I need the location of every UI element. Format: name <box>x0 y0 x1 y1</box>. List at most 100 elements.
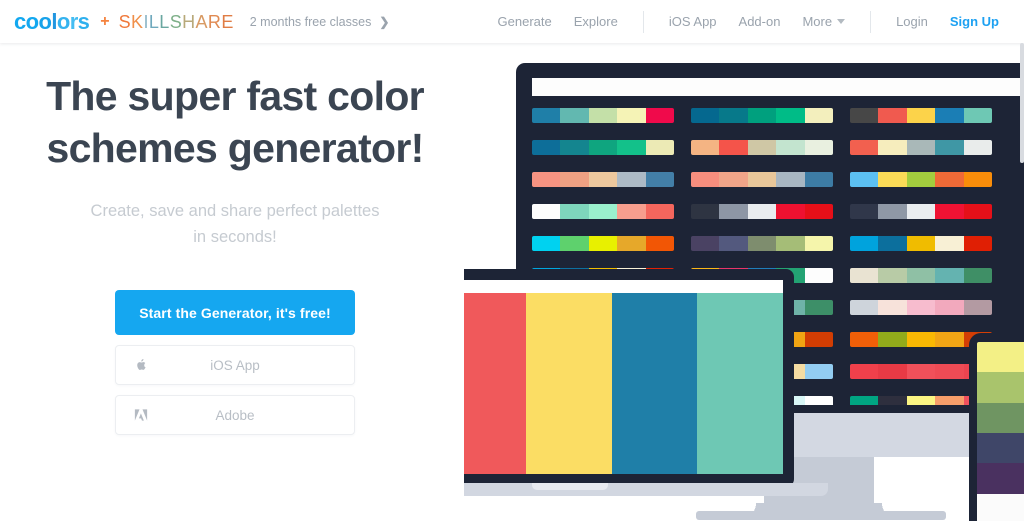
skillshare-logo-letter-0: S <box>118 11 132 32</box>
apple-icon <box>134 358 147 373</box>
palette-swatch-row[interactable] <box>850 268 992 283</box>
palette-color <box>532 204 561 219</box>
skillshare-logo-letter-5: S <box>169 11 183 32</box>
laptop-palette-color <box>464 293 527 474</box>
palette-color <box>804 204 833 219</box>
nav-divider-2 <box>870 10 872 33</box>
coolors-logo-letter-6: s <box>77 8 90 34</box>
palette-color <box>747 172 777 187</box>
monitor-stand-foot <box>696 511 946 520</box>
palette-color <box>850 140 879 155</box>
signup-link[interactable]: Sign Up <box>950 14 999 29</box>
palette-swatch-row[interactable] <box>532 108 674 123</box>
palette-color <box>804 172 833 187</box>
promo-link[interactable]: 2 months free classes ❯ <box>250 15 390 29</box>
monitor-toolbar <box>532 78 1024 96</box>
laptop-palette-color <box>697 293 783 474</box>
palette-swatch-row[interactable] <box>850 108 992 123</box>
palette-color <box>719 172 748 187</box>
phone-palette-color <box>977 402 1024 433</box>
palette-color <box>588 204 618 219</box>
palette-swatch-row[interactable] <box>850 300 992 315</box>
phone-palette-color <box>977 372 1024 403</box>
skillshare-logo-letter-3: L <box>148 11 160 32</box>
palette-color <box>532 236 561 251</box>
login-link[interactable]: Login <box>896 14 928 29</box>
palette-color <box>850 364 879 379</box>
palette-color <box>878 396 907 405</box>
palette-color <box>906 396 936 405</box>
page-scrollbar[interactable] <box>1020 43 1024 163</box>
laptop-device <box>464 269 794 487</box>
laptop-screen <box>464 280 783 474</box>
palette-swatch-row[interactable] <box>691 140 833 155</box>
palette-color <box>747 236 777 251</box>
palette-swatch-row[interactable] <box>532 140 674 155</box>
nav-link-more[interactable]: More <box>802 14 846 29</box>
palette-swatch-row[interactable] <box>850 140 992 155</box>
nav-link-explore[interactable]: Explore <box>574 14 618 29</box>
nav-link-ios-app[interactable]: iOS App <box>669 14 717 29</box>
nav-link-generate[interactable]: Generate <box>498 14 552 29</box>
palette-color <box>878 204 907 219</box>
palette-color <box>776 236 805 251</box>
coolors-logo[interactable]: coolors <box>14 8 90 34</box>
palette-color <box>850 108 879 123</box>
palette-color <box>617 108 646 123</box>
palette-swatch-row[interactable] <box>691 108 833 123</box>
coolors-logo-letter-5: r <box>69 8 79 34</box>
adobe-button[interactable]: Adobe <box>115 395 355 436</box>
palette-swatch-row[interactable] <box>691 172 833 187</box>
page-title: The super fast color schemes generator! <box>46 73 425 171</box>
nav-group-primary: Generate Explore <box>487 11 629 33</box>
coolors-logo-letter-1: o <box>25 8 39 34</box>
palette-color <box>850 268 879 283</box>
palette-color <box>906 332 936 347</box>
palette-color <box>906 204 936 219</box>
palette-color <box>560 108 589 123</box>
palette-color <box>935 172 964 187</box>
palette-color <box>850 332 879 347</box>
chevron-right-icon: ❯ <box>379 14 390 29</box>
palette-color <box>691 108 720 123</box>
nav-links-group: Generate Explore iOS App Add-on More Log… <box>487 0 1024 43</box>
palette-color <box>906 300 936 315</box>
palette-color <box>935 140 964 155</box>
nav-link-add-on[interactable]: Add-on <box>739 14 781 29</box>
laptop-palette-color <box>526 293 612 474</box>
palette-color <box>719 236 748 251</box>
palette-color <box>776 108 805 123</box>
palette-swatch-row[interactable] <box>532 204 674 219</box>
palette-color <box>691 140 720 155</box>
palette-color <box>532 140 561 155</box>
palette-color <box>719 204 748 219</box>
skillshare-logo[interactable]: SKILLSHARE <box>119 13 234 31</box>
laptop-palette <box>464 293 783 474</box>
hero-section: The super fast color schemes generator! … <box>0 43 470 436</box>
palette-swatch-row[interactable] <box>850 172 992 187</box>
palette-color <box>776 204 805 219</box>
palette-color <box>850 204 879 219</box>
palette-swatch-row[interactable] <box>691 236 833 251</box>
devices-illustration <box>464 43 1024 521</box>
palette-swatch-row[interactable] <box>850 204 992 219</box>
palette-swatch-row[interactable] <box>532 172 674 187</box>
palette-color <box>645 172 674 187</box>
palette-color <box>935 108 964 123</box>
palette-swatch-row[interactable] <box>850 236 992 251</box>
start-generator-button[interactable]: Start the Generator, it's free! <box>115 290 355 336</box>
palette-color <box>850 300 879 315</box>
palette-color <box>906 236 936 251</box>
palette-color <box>588 236 618 251</box>
ios-app-button[interactable]: iOS App <box>115 345 355 386</box>
palette-color <box>963 140 992 155</box>
palette-color <box>532 172 561 187</box>
page-root: coolors + SKILLSHARE 2 months free class… <box>0 0 1024 521</box>
palette-color <box>804 364 833 379</box>
palette-color <box>906 108 936 123</box>
skillshare-logo-letter-1: K <box>131 11 144 32</box>
palette-color <box>906 172 936 187</box>
palette-color <box>878 364 907 379</box>
palette-swatch-row[interactable] <box>532 236 674 251</box>
palette-swatch-row[interactable] <box>691 204 833 219</box>
